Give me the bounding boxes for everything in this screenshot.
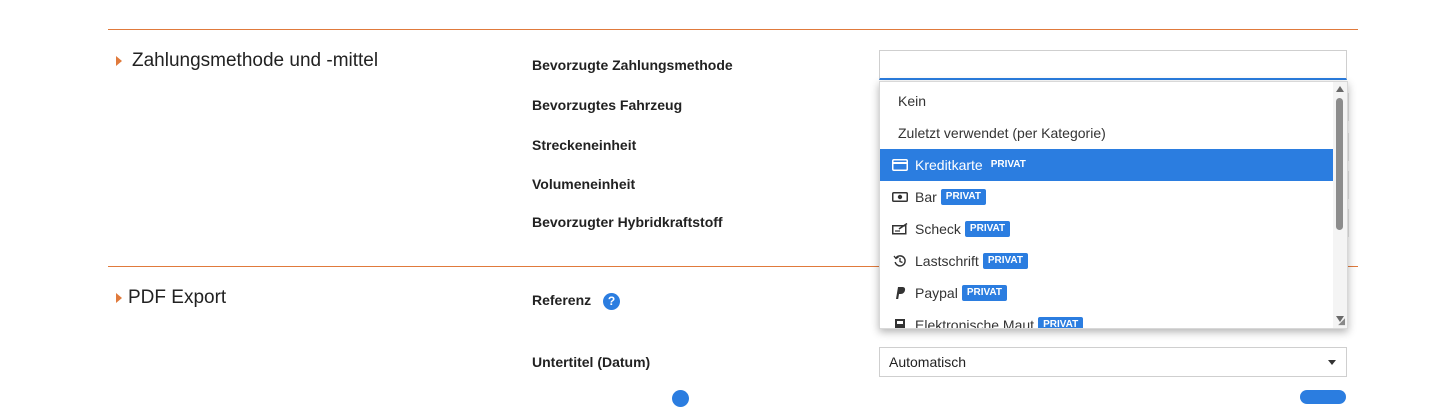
option-bar[interactable]: Bar PRIVAT xyxy=(880,181,1334,213)
payment-method-dropdown[interactable]: Kein Zuletzt verwendet (per Kategorie) K… xyxy=(879,81,1348,329)
option-label: Zuletzt verwendet (per Kategorie) xyxy=(898,125,1106,141)
section-payment-title: Zahlungsmethode und -mittel xyxy=(132,50,379,71)
section-payment[interactable]: Zahlungsmethode und -mittel xyxy=(116,50,378,72)
private-badge: PRIVAT xyxy=(961,285,1007,301)
option-label: Kein xyxy=(898,93,927,109)
preferred-payment-input[interactable] xyxy=(879,50,1347,80)
option-kreditkarte[interactable]: Kreditkarte PRIVAT xyxy=(880,149,1334,181)
scrollbar[interactable] xyxy=(1333,82,1347,328)
help-icon[interactable]: ? xyxy=(603,292,621,310)
scroll-up-arrow-icon[interactable] xyxy=(1336,86,1344,92)
check-icon xyxy=(892,222,908,236)
option-label: Kreditkarte xyxy=(915,157,983,173)
expand-caret-icon xyxy=(116,293,122,303)
option-label: Bar xyxy=(915,189,937,205)
label-preferred-vehicle: Bevorzugtes Fahrzeug xyxy=(532,97,683,113)
section-pdf-title: PDF Export xyxy=(128,287,227,308)
option-elektronische-maut[interactable]: Elektronische Maut PRIVAT xyxy=(880,309,1334,329)
private-badge: PRIVAT xyxy=(990,159,1026,170)
resize-handle-icon[interactable]: ◢ xyxy=(1338,316,1345,327)
label-hybrid-fuel: Bevorzugter Hybridkraftstoff xyxy=(532,214,723,230)
private-badge: PRIVAT xyxy=(982,253,1028,269)
private-badge: PRIVAT xyxy=(1038,317,1084,328)
subtitle-date-select[interactable]: Automatisch xyxy=(879,347,1347,377)
scrollbar-thumb[interactable] xyxy=(1336,98,1343,230)
expand-caret-icon xyxy=(116,56,122,66)
history-icon xyxy=(892,254,908,268)
option-scheck[interactable]: Scheck PRIVAT xyxy=(880,213,1334,245)
toggle-switch[interactable] xyxy=(1300,390,1346,404)
label-volume-unit: Volumeneinheit xyxy=(532,176,636,192)
chevron-down-icon xyxy=(1328,360,1336,365)
toll-icon xyxy=(892,318,908,328)
option-kein[interactable]: Kein xyxy=(880,85,1334,117)
option-label: Scheck xyxy=(915,221,961,237)
label-reference: Referenz ? xyxy=(532,292,621,310)
paypal-icon xyxy=(892,286,908,300)
option-paypal[interactable]: Paypal PRIVAT xyxy=(880,277,1334,309)
private-badge: PRIVAT xyxy=(964,221,1011,237)
top-divider xyxy=(108,29,1358,30)
subtitle-date-value: Automatisch xyxy=(889,354,967,370)
option-label: Elektronische Maut xyxy=(915,317,1035,329)
label-subtitle-date: Untertitel (Datum) xyxy=(532,354,651,370)
option-zuletzt-verwendet[interactable]: Zuletzt verwendet (per Kategorie) xyxy=(880,117,1334,149)
option-label: Lastschrift xyxy=(915,253,979,269)
section-pdf-export[interactable]: PDF Export xyxy=(116,287,226,309)
label-preferred-payment: Bevorzugte Zahlungsmethode xyxy=(532,57,733,73)
option-lastschrift[interactable]: Lastschrift PRIVAT xyxy=(880,245,1334,277)
private-badge: PRIVAT xyxy=(940,189,986,205)
option-label: Paypal xyxy=(915,285,958,301)
help-icon[interactable] xyxy=(672,390,689,407)
credit-card-icon xyxy=(892,158,908,172)
label-distance-unit: Streckeneinheit xyxy=(532,137,637,153)
cash-icon xyxy=(892,190,908,204)
label-reference-text: Referenz xyxy=(532,292,592,308)
